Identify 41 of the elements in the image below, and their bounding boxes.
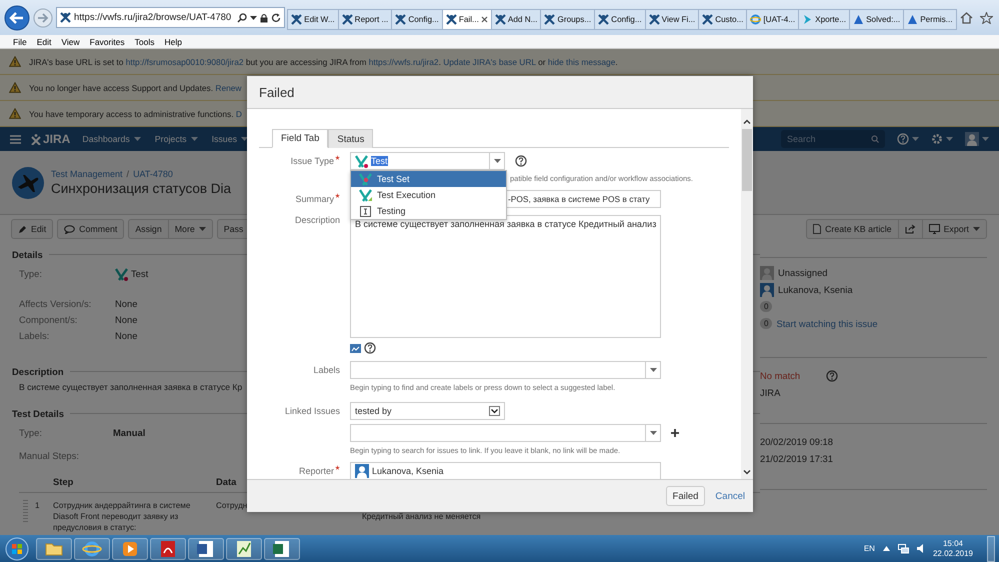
detail-label: Manual Steps: [18, 450, 79, 461]
table-cell-text: Сотрудник андеррайтинга в системе Diasoft Front переводит заявку из предусловия в статус: [53, 500, 192, 533]
banner-message: JIRA's base URL is set to http://fsrumosap0010:9080/jira2 but you are accessing JIRA from https://vwfs.ru/jira2. Update JIRA's base URL or hide this message. [29, 56, 618, 66]
detail-value: None [115, 329, 138, 343]
field-label: Labels [313, 365, 340, 375]
date-value: 20/02/2019 09:18 [760, 436, 833, 447]
assignee-name: Unassigned [778, 267, 828, 278]
issue-title: Синхронизация статусов Dia [51, 181, 232, 196]
date-value: 21/02/2019 17:31 [760, 453, 833, 464]
detail-value: Test [131, 267, 148, 281]
field-label: Description [294, 215, 340, 225]
column-header: Step [53, 476, 74, 487]
reporter-name: Lukanova, Ksenia [778, 284, 853, 295]
detail-value: Manual [113, 427, 146, 438]
watcher-count: 0 [760, 318, 772, 329]
match-value: JIRA [760, 387, 780, 398]
detail-label: Labels: [19, 329, 50, 343]
detail-value: None [115, 313, 138, 327]
match-status: No match [760, 370, 802, 381]
detail-label: Component/s: [19, 313, 78, 327]
detail-value: None [115, 297, 138, 311]
dialog-title: Failed [259, 84, 294, 100]
description-text: В системе существует заполненная заявка в статусе Кр [18, 382, 242, 392]
breadcrumb-separator: / [126, 169, 130, 179]
field-label: Issue Type [290, 156, 334, 166]
clock-date: 22.02.2019 [932, 548, 973, 558]
detail-label: Type: [19, 267, 43, 281]
column-header: Data [216, 476, 238, 487]
banner-message: You no longer have access Support and Updates. Renew [29, 82, 242, 92]
field-label: Summary [295, 194, 334, 204]
detail-label: Type: [19, 427, 43, 438]
step-number: 1 [35, 500, 41, 512]
clock-time: 15:04 [942, 538, 963, 548]
field-label: Reporter [298, 466, 334, 476]
table-cell-text: Сотрудн [216, 500, 248, 512]
field-label: Linked Issues [284, 406, 340, 416]
table-cell-text: Кредитный анализ не меняется [362, 511, 482, 523]
logo-text: JIRA [43, 132, 70, 146]
detail-label: Affects Version/s: [19, 297, 92, 311]
banner-message: You have temporary access to administrative functions. D [29, 108, 242, 118]
vote-count: 0 [760, 301, 772, 312]
